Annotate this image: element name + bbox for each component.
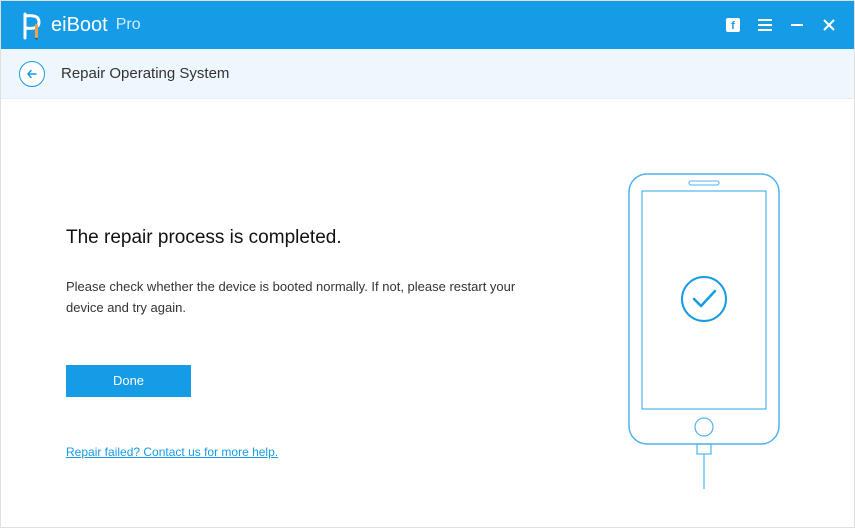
page-title: Repair Operating System: [61, 65, 229, 82]
content-area: The repair process is completed. Please …: [1, 99, 854, 529]
svg-text:f: f: [731, 20, 735, 32]
phone-illustration: [624, 169, 784, 494]
titlebar: eiBoot Pro f: [1, 1, 854, 49]
headline: The repair process is completed.: [66, 227, 546, 249]
minimize-icon[interactable]: [788, 16, 806, 34]
titlebar-controls: f: [724, 16, 844, 34]
brand-text: eiBoot: [51, 14, 108, 37]
back-button[interactable]: [19, 61, 45, 87]
close-icon[interactable]: [820, 16, 838, 34]
facebook-icon[interactable]: f: [724, 16, 742, 34]
done-button[interactable]: Done: [66, 365, 191, 397]
brand-pro-label: Pro: [116, 16, 141, 34]
logo-icon: [21, 10, 47, 40]
arrow-left-icon: [26, 68, 38, 80]
phone-success-icon: [624, 169, 784, 489]
subheader: Repair Operating System: [1, 49, 854, 99]
subtext: Please check whether the device is boote…: [66, 277, 526, 319]
help-link[interactable]: Repair failed? Contact us for more help.: [66, 445, 278, 459]
menu-icon[interactable]: [756, 16, 774, 34]
logo: eiBoot Pro: [21, 10, 141, 40]
